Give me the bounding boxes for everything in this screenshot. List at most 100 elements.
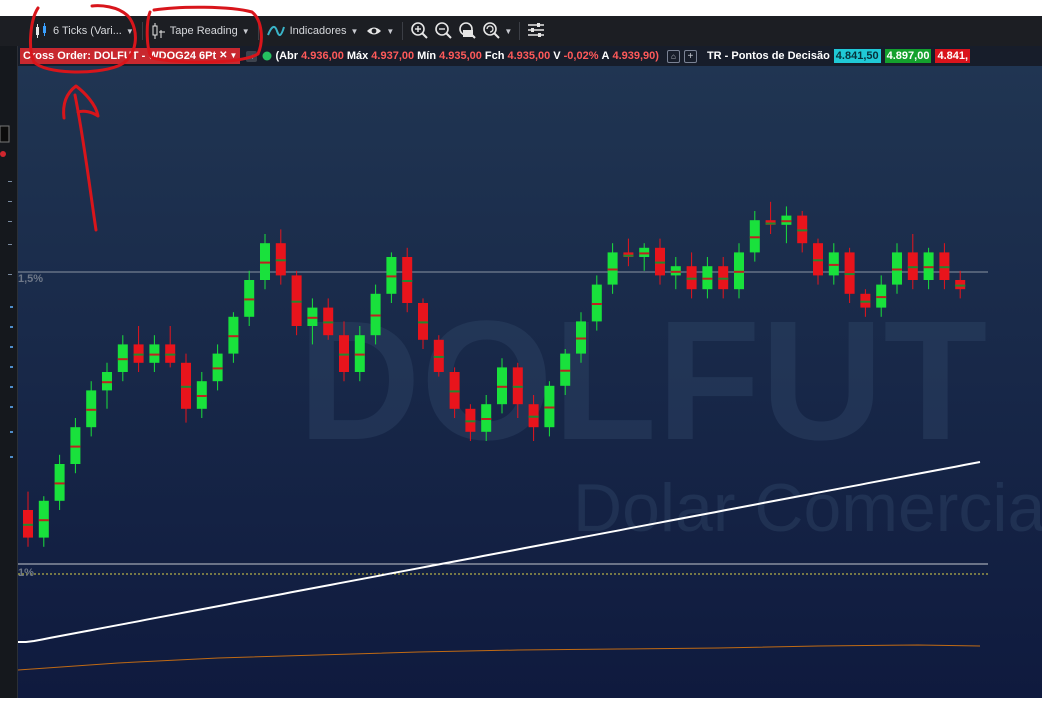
poc-marker <box>165 353 176 356</box>
cross-order-tag[interactable]: Cross Order: DOLFUT - WDOG24 6Pt ✕ ▼ <box>20 48 241 64</box>
poc-marker <box>497 385 507 388</box>
poc-marker <box>212 367 223 370</box>
period-label: 6 Ticks (Vari... <box>53 25 122 37</box>
toolbar-divider <box>257 22 259 40</box>
indicators-menu[interactable]: Indicadores ▼ <box>263 20 363 42</box>
chevron-down-icon: ▼ <box>125 26 134 36</box>
level-chip-red: 4.841, <box>935 49 971 63</box>
bull-candle <box>749 220 760 253</box>
poc-marker <box>244 298 255 301</box>
indicator-wave-icon <box>266 23 285 39</box>
quote-prefix: (Abr <box>275 50 299 62</box>
template-icon[interactable]: ⌂ <box>666 49 680 63</box>
level-chip-cyan: 4.841,50 <box>833 49 881 63</box>
poc-marker <box>402 280 413 282</box>
close-label: Fch <box>484 50 505 62</box>
poc-marker <box>512 385 523 388</box>
poc-marker <box>907 266 918 269</box>
watermark-name: Dolar Comercial <box>573 470 1042 546</box>
zoom-reset-menu[interactable]: ▼ <box>479 20 515 42</box>
poc-marker <box>86 408 97 411</box>
zoom-fit-button[interactable] <box>455 20 479 42</box>
poc-marker <box>149 353 160 356</box>
poc-marker <box>765 222 776 225</box>
toolbar-divider <box>402 22 404 40</box>
poc-marker <box>639 252 650 255</box>
max-value: 4.937,00 <box>371 50 415 62</box>
chevron-down-icon: ▼ <box>504 26 513 36</box>
zoom-reset-icon <box>482 21 501 42</box>
poc-marker <box>591 303 602 305</box>
bear-candle <box>165 344 176 363</box>
close-x-icon[interactable]: ✕ <box>219 48 227 64</box>
poc-marker <box>339 353 349 356</box>
indicators-label: Indicadores <box>289 25 347 37</box>
reference-label-1-5: 1,5% <box>18 273 43 285</box>
level-chip-green: 4.897,00 <box>884 49 932 63</box>
poc-marker <box>260 261 270 264</box>
poc-marker <box>291 300 302 303</box>
poc-marker <box>828 263 839 266</box>
poc-marker <box>481 418 492 420</box>
poc-marker <box>686 277 697 280</box>
poc-marker <box>939 266 950 269</box>
poc-marker <box>923 266 934 269</box>
max-label: Máx <box>346 50 369 62</box>
left-drawing-toolbar[interactable] <box>0 16 18 698</box>
cross-order-label: Cross Order: DOLFUT - WDOG24 6Pt <box>23 50 217 62</box>
poc-marker <box>607 268 618 271</box>
bull-candle <box>149 344 160 363</box>
visibility-menu[interactable]: ▼ <box>362 20 398 42</box>
poc-marker <box>323 321 334 324</box>
bear-candle <box>275 243 286 276</box>
poc-marker <box>275 259 286 262</box>
period-selector[interactable]: 6 Ticks (Vari... ▼ <box>30 20 138 42</box>
chart-toolbar: 6 Ticks (Vari... ▼ Tape Reading ▼ Indica… <box>0 16 1042 46</box>
bull-candle <box>38 500 49 538</box>
study-label: TR - Pontos de Decisão <box>706 50 830 62</box>
poc-marker <box>102 381 112 384</box>
toolbar-divider <box>141 22 143 40</box>
chevron-down-icon: ▼ <box>386 26 395 36</box>
a-label: A <box>601 50 610 62</box>
status-dot-icon <box>261 51 272 62</box>
zoom-in-icon <box>410 21 429 42</box>
chart-settings-button[interactable] <box>524 20 548 42</box>
poc-marker <box>544 406 555 409</box>
bear-candle <box>844 252 855 294</box>
poc-marker <box>797 229 808 232</box>
chevron-down-icon[interactable]: ▼ <box>230 48 238 64</box>
poc-marker <box>228 335 239 338</box>
poc-marker <box>734 270 744 273</box>
poc-marker <box>354 353 365 356</box>
chevron-down-icon: ▼ <box>241 26 250 36</box>
poc-marker <box>860 300 871 303</box>
poc-marker <box>844 273 855 276</box>
toolbar-divider <box>519 22 521 40</box>
poc-marker <box>655 261 665 264</box>
sliders-icon <box>527 22 545 41</box>
bull-candle <box>734 252 744 290</box>
bull-candle <box>670 266 681 276</box>
min-value: 4.935,00 <box>439 50 482 62</box>
drawing-tools-icon[interactable] <box>0 16 18 698</box>
collapse-left-icon[interactable]: ‹ <box>246 50 258 62</box>
poc-marker <box>70 445 81 448</box>
chart-type-selector[interactable]: Tape Reading ▼ <box>147 20 254 42</box>
poc-marker <box>576 337 586 340</box>
bear-candle <box>813 243 823 276</box>
close-value: 4.935,00 <box>507 50 551 62</box>
min-label: Mín <box>417 50 437 62</box>
poc-marker <box>465 420 476 423</box>
poc-marker <box>307 316 318 319</box>
add-plus-icon[interactable]: + <box>683 49 697 63</box>
zoom-in-button[interactable] <box>407 20 431 42</box>
poc-marker <box>702 277 713 280</box>
zoom-out-button[interactable] <box>431 20 455 42</box>
poc-marker <box>386 275 397 278</box>
chevron-down-icon: ▼ <box>350 26 359 36</box>
poc-marker <box>876 296 887 299</box>
bear-candle <box>133 344 144 363</box>
a-value: 4.939,90) <box>612 50 659 62</box>
price-chart[interactable]: DOLFUT Dolar Comercial 1,5% 1% <box>18 66 1042 698</box>
